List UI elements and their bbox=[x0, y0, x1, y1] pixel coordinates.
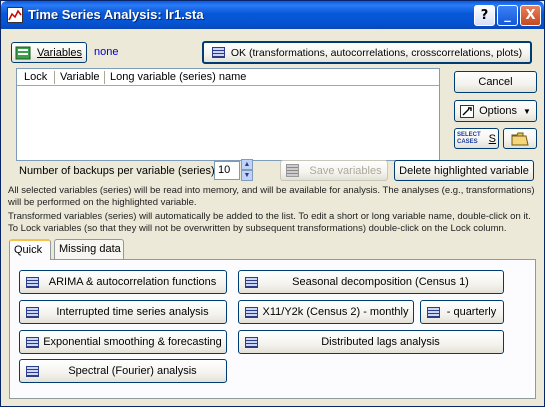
seasonal-button[interactable]: Seasonal decomposition (Census 1) bbox=[238, 270, 504, 294]
exponential-button[interactable]: Exponential smoothing & forecasting bbox=[19, 330, 227, 354]
table-icon bbox=[211, 47, 225, 58]
save-icon bbox=[286, 164, 300, 177]
list-header: Lock Variable Long variable (series) nam… bbox=[17, 69, 439, 86]
ok-button[interactable]: OK (transformations, autocorrelations, c… bbox=[202, 41, 532, 64]
info-line-3: Transformed variables (series) will auto… bbox=[8, 211, 531, 222]
column-long-name[interactable]: Long variable (series) name bbox=[110, 71, 246, 83]
variables-button-label: Variables bbox=[37, 46, 83, 59]
tab-missing-data[interactable]: Missing data bbox=[54, 239, 124, 259]
interrupted-icon bbox=[26, 306, 39, 318]
interrupted-label: Interrupted time series analysis bbox=[56, 306, 209, 318]
select-cases-line2: CASES bbox=[457, 138, 478, 145]
minimize-button[interactable]: _ bbox=[497, 5, 518, 26]
cancel-button[interactable]: Cancel bbox=[454, 71, 537, 93]
folder-open-icon bbox=[511, 132, 529, 146]
window-title: Time Series Analysis: lr1.sta bbox=[28, 7, 204, 22]
backups-spinner[interactable]: ▲ ▼ bbox=[241, 159, 253, 181]
info-line-2: will be performed on the highlighted var… bbox=[8, 197, 197, 208]
arima-button[interactable]: ARIMA & autocorrelation functions bbox=[19, 270, 227, 294]
quarterly-button[interactable]: - quarterly bbox=[420, 300, 504, 324]
arima-icon bbox=[26, 276, 39, 288]
chart-app-icon bbox=[7, 7, 23, 23]
select-cases-text: SELECT CASES bbox=[457, 132, 481, 146]
tab-quick[interactable]: Quick bbox=[9, 239, 51, 260]
spectral-icon bbox=[26, 365, 39, 377]
distributed-lags-button[interactable]: Distributed lags analysis bbox=[238, 330, 504, 354]
title-bar[interactable]: Time Series Analysis: lr1.sta ? _ X bbox=[1, 1, 544, 29]
options-button[interactable]: Options ▼ bbox=[454, 100, 537, 122]
close-button[interactable]: X bbox=[520, 5, 541, 26]
select-cases-line1: SELECT bbox=[457, 131, 481, 138]
open-file-button[interactable] bbox=[503, 128, 537, 149]
select-cases-button[interactable]: SELECT CASES S bbox=[454, 128, 499, 149]
info-line-1: All selected variables (series) will be … bbox=[8, 185, 535, 196]
spectral-label: Spectral (Fourier) analysis bbox=[68, 365, 197, 377]
distributed-lags-label: Distributed lags analysis bbox=[321, 336, 440, 348]
quarterly-icon bbox=[427, 306, 440, 318]
options-icon bbox=[460, 104, 475, 118]
quick-tab-panel: ARIMA & autocorrelation functions Interr… bbox=[9, 259, 536, 399]
seasonal-label: Seasonal decomposition (Census 1) bbox=[292, 276, 469, 288]
info-line-4: To Lock variables (so that they will not… bbox=[8, 223, 507, 234]
selected-variables-value: none bbox=[94, 46, 119, 58]
exponential-icon bbox=[26, 336, 39, 348]
x11-monthly-label: X11/Y2k (Census 2) - monthly bbox=[262, 306, 409, 318]
distributed-lags-icon bbox=[245, 336, 258, 348]
spin-up-icon[interactable]: ▲ bbox=[241, 159, 253, 170]
variables-icon bbox=[15, 46, 31, 60]
interrupted-button[interactable]: Interrupted time series analysis bbox=[19, 300, 227, 324]
select-cases-symbol: S bbox=[488, 132, 497, 145]
exponential-label: Exponential smoothing & forecasting bbox=[43, 336, 222, 348]
arima-label: ARIMA & autocorrelation functions bbox=[48, 276, 217, 288]
spin-down-icon[interactable]: ▼ bbox=[241, 170, 253, 181]
delete-variable-button[interactable]: Delete highlighted variable bbox=[394, 160, 534, 181]
column-variable[interactable]: Variable bbox=[60, 71, 100, 83]
save-variables-button[interactable]: Save variables bbox=[280, 160, 388, 181]
variables-button[interactable]: Variables bbox=[11, 42, 87, 63]
help-button[interactable]: ? bbox=[474, 5, 495, 26]
variable-list[interactable]: Lock Variable Long variable (series) nam… bbox=[16, 68, 440, 161]
x11-monthly-icon bbox=[245, 306, 258, 318]
backups-input[interactable]: 10 bbox=[214, 161, 240, 180]
x11-monthly-button[interactable]: X11/Y2k (Census 2) - monthly bbox=[238, 300, 414, 324]
spectral-button[interactable]: Spectral (Fourier) analysis bbox=[19, 359, 227, 383]
options-label: Options bbox=[479, 105, 517, 117]
column-lock[interactable]: Lock bbox=[24, 71, 47, 83]
time-series-dialog: Time Series Analysis: lr1.sta ? _ X Vari… bbox=[0, 0, 545, 407]
save-variables-label: Save variables bbox=[309, 164, 382, 177]
chevron-down-icon: ▼ bbox=[523, 106, 531, 116]
quarterly-label: - quarterly bbox=[446, 306, 497, 318]
seasonal-icon bbox=[245, 276, 258, 288]
ok-button-label: OK (transformations, autocorrelations, c… bbox=[230, 46, 523, 59]
backups-label: Number of backups per variable (series): bbox=[19, 165, 218, 177]
